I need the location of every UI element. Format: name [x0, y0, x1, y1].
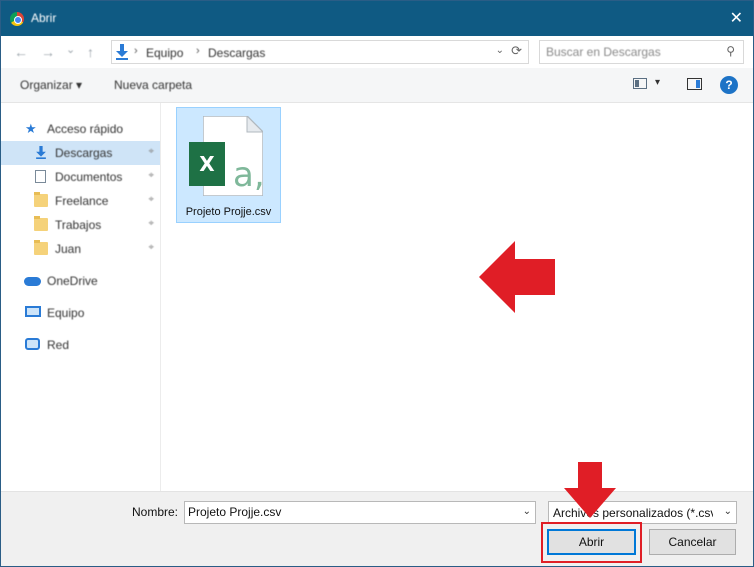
help-icon[interactable]: ? — [720, 76, 738, 94]
sidebar-item-label: Trabajos — [55, 218, 102, 232]
pin-icon[interactable]: ⌖ — [148, 194, 154, 205]
preview-pane-icon[interactable] — [687, 78, 702, 90]
cancel-button[interactable]: Cancelar — [649, 529, 736, 555]
recent-locations-icon[interactable]: ⌄ — [66, 43, 75, 56]
chevron-down-icon[interactable]: ⌄ — [496, 45, 504, 56]
folder-icon — [34, 216, 48, 231]
cloud-icon — [24, 277, 41, 286]
refresh-icon[interactable]: ⟳ — [511, 43, 522, 59]
back-arrow-icon[interactable]: ← — [14, 44, 28, 60]
chevron-down-icon[interactable]: ⌄ — [724, 506, 732, 517]
pin-icon[interactable]: ⌖ — [148, 242, 154, 253]
dialog-footer: Nombre: ⌄ Archivos personalizados (*.csv… — [1, 491, 753, 566]
chrome-icon — [10, 12, 24, 26]
address-row: ← → ⌄ ↑ › Equipo › Descargas ⌄ ⟳ ⚲ — [1, 36, 753, 68]
sidebar-item-label: Red — [47, 338, 70, 352]
download-icon — [36, 146, 46, 159]
sidebar-item-label: Descargas — [55, 146, 113, 160]
sidebar-item-label: Equipo — [47, 306, 85, 320]
search-input[interactable] — [546, 45, 716, 59]
open-file-dialog: Abrir ✕ ← → ⌄ ↑ › Equipo › Descargas ⌄ ⟳… — [0, 0, 754, 567]
sidebar-item-label: Juan — [55, 242, 82, 256]
red-down-arrow-annotation — [564, 462, 616, 518]
forward-arrow-icon[interactable]: → — [41, 44, 55, 60]
file-name: Projeto Projje.csv — [185, 206, 272, 218]
file-name-field[interactable] — [188, 505, 508, 519]
csv-overlay-glyph: a, — [233, 155, 265, 195]
folder-icon — [34, 192, 48, 207]
sidebar-item-label: Freelance — [55, 194, 109, 208]
sidebar-item-trabajos[interactable]: Trabajos ⌖ — [1, 213, 160, 237]
sidebar-item-label: OneDrive — [47, 274, 98, 288]
pin-icon[interactable]: ⌖ — [148, 170, 154, 181]
dialog-title: Abrir — [31, 11, 57, 25]
open-button[interactable]: Abrir — [547, 529, 636, 555]
sidebar-item-label: Acceso rápido — [47, 122, 124, 136]
chevron-down-icon[interactable]: ⌄ — [523, 506, 531, 517]
sidebar-item-label: Documentos — [55, 170, 123, 184]
breadcrumb-separator: › — [134, 45, 138, 57]
up-arrow-icon[interactable]: ↑ — [87, 44, 94, 60]
name-label: Nombre: — [132, 505, 179, 519]
breadcrumb-equipo[interactable]: Equipo — [146, 46, 183, 60]
chevron-down-icon[interactable]: ▾ — [655, 77, 660, 88]
file-name-combobox[interactable]: ⌄ — [184, 501, 536, 524]
star-icon: ★ — [25, 121, 37, 136]
file-item[interactable]: X a, Projeto Projje.csv — [176, 107, 281, 223]
excel-csv-icon: X — [189, 142, 225, 186]
view-icon[interactable] — [633, 78, 647, 89]
download-icon — [116, 44, 128, 60]
new-folder-button[interactable]: Nueva carpeta — [114, 78, 192, 92]
search-box[interactable]: ⚲ — [539, 40, 744, 64]
red-left-arrow-annotation — [479, 241, 555, 313]
document-icon — [35, 170, 46, 183]
sidebar-item-descargas[interactable]: Descargas ⌖ — [1, 141, 160, 165]
sidebar-item-freelance[interactable]: Freelance ⌖ — [1, 189, 160, 213]
pin-icon[interactable]: ⌖ — [148, 146, 154, 157]
breadcrumb-descargas[interactable]: Descargas — [208, 46, 265, 60]
sidebar-item-acceso-rapido[interactable]: ★ Acceso rápido — [1, 117, 160, 141]
file-list[interactable]: X a, Projeto Projje.csv — [161, 103, 753, 491]
command-toolbar: Organizar ▾ Nueva carpeta ▾ ? — [1, 68, 753, 103]
address-bar[interactable]: › Equipo › Descargas ⌄ ⟳ — [111, 40, 529, 64]
sidebar-item-onedrive[interactable]: OneDrive — [1, 269, 160, 293]
breadcrumb-separator: › — [196, 45, 200, 57]
sidebar-item-documentos[interactable]: Documentos ⌖ — [1, 165, 160, 189]
organize-button[interactable]: Organizar ▾ — [20, 78, 82, 92]
navigation-pane: ★ Acceso rápido Descargas ⌖ Documentos ⌖… — [1, 103, 161, 491]
title-bar[interactable]: Abrir ✕ — [1, 1, 753, 36]
sidebar-item-equipo[interactable]: Equipo — [1, 301, 160, 325]
folder-icon — [34, 240, 48, 255]
close-icon[interactable]: ✕ — [730, 8, 743, 28]
computer-icon — [25, 306, 41, 317]
search-icon[interactable]: ⚲ — [726, 44, 735, 58]
sidebar-item-red[interactable]: Red — [1, 333, 160, 357]
pin-icon[interactable]: ⌖ — [148, 218, 154, 229]
sidebar-item-juan[interactable]: Juan ⌖ — [1, 237, 160, 261]
network-icon — [25, 338, 40, 350]
